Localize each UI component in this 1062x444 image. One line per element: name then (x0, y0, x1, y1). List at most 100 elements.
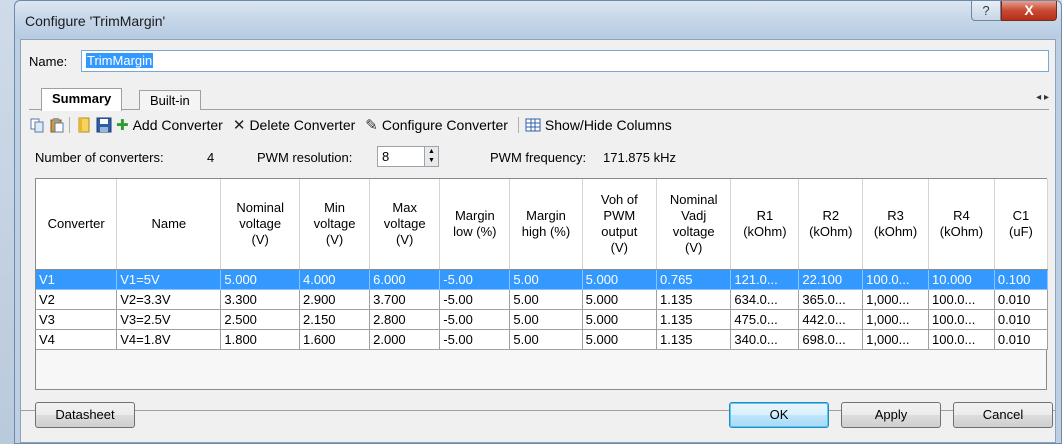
table-cell[interactable]: 5.000 (582, 269, 658, 290)
column-header[interactable]: Name (116, 179, 222, 270)
table-cell[interactable]: -5.00 (439, 289, 511, 310)
column-header[interactable]: Min voltage (V) (299, 179, 371, 270)
tab-summary[interactable]: Summary (41, 88, 123, 111)
table-cell[interactable]: 5.00 (509, 309, 583, 330)
table-cell[interactable]: -5.00 (439, 309, 511, 330)
spinner-arrows-icon[interactable]: ▲ ▼ (424, 147, 438, 166)
table-cell[interactable]: 2.500 (220, 309, 300, 330)
table-cell[interactable]: 6.000 (369, 269, 441, 290)
datasheet-button[interactable]: Datasheet (35, 402, 135, 428)
save-icon[interactable] (96, 117, 112, 133)
show-hide-columns-button[interactable]: Show/Hide Columns (525, 117, 672, 133)
table-cell[interactable]: 2.000 (369, 329, 441, 350)
table-cell[interactable]: 1,000... (862, 309, 929, 330)
table-cell[interactable]: 1.135 (656, 309, 732, 330)
table-row[interactable]: V2 V2=3.3V 3.300 2.900 3.700 -5.00 5.00 5.000 1.… (36, 289, 1049, 310)
pwm-resolution-spinner[interactable]: 8 ▲ ▼ (377, 146, 439, 167)
table-cell[interactable]: 1.135 (656, 329, 732, 350)
table-cell[interactable]: 3.700 (369, 289, 441, 310)
table-cell[interactable]: 5.00 (509, 269, 583, 290)
ok-button[interactable]: OK (729, 402, 829, 428)
column-header[interactable]: Margin low (%) (439, 179, 511, 270)
table-cell[interactable]: V3 (36, 309, 118, 330)
column-header[interactable]: R3 (kOhm) (862, 179, 929, 270)
column-header[interactable]: R1 (kOhm) (730, 179, 800, 270)
table-row[interactable]: V1 V1=5V 5.000 4.000 6.000 -5.00 5.00 5.000 0.76… (36, 269, 1049, 290)
table-cell[interactable]: 1,000... (862, 289, 929, 310)
column-header[interactable]: C1 (uF) (994, 179, 1049, 270)
table-cell[interactable]: 100.0... (862, 269, 929, 290)
table-cell[interactable]: 0.010 (994, 289, 1049, 310)
table-cell[interactable]: 100.0... (928, 289, 995, 310)
table-cell[interactable]: V1=5V (116, 269, 222, 290)
tab-scroll-arrows[interactable]: ◂ ▸ (1036, 92, 1049, 103)
table-cell[interactable]: V1 (36, 269, 118, 290)
paste-icon[interactable] (49, 117, 65, 133)
table-cell[interactable]: -5.00 (439, 269, 511, 290)
table-cell[interactable]: 5.000 (220, 269, 300, 290)
name-row: Name: TrimMargin (29, 50, 1049, 72)
tab-built-in[interactable]: Built-in (139, 90, 201, 110)
table-cell[interactable]: 2.150 (299, 309, 371, 330)
table-cell[interactable]: 0.010 (994, 329, 1049, 350)
table-cell[interactable]: 2.800 (369, 309, 441, 330)
table-cell[interactable]: 5.000 (582, 289, 658, 310)
window-title: Configure 'TrimMargin' (25, 13, 166, 29)
cancel-button[interactable]: Cancel (953, 402, 1053, 428)
table-cell[interactable]: 1.800 (220, 329, 300, 350)
table-cell[interactable]: 475.0... (730, 309, 800, 330)
copy-icon[interactable] (29, 117, 45, 133)
title-bar[interactable]: Configure 'TrimMargin' ? X (15, 1, 1061, 39)
table-cell[interactable]: 5.00 (509, 289, 583, 310)
table-cell[interactable]: 442.0... (798, 309, 864, 330)
table-cell[interactable]: V2 (36, 289, 118, 310)
table-cell[interactable]: 1.600 (299, 329, 371, 350)
name-input[interactable]: TrimMargin (81, 50, 1049, 72)
add-converter-button[interactable]: ✚ Add Converter (116, 116, 223, 134)
table-cell[interactable]: V3=2.5V (116, 309, 222, 330)
column-header[interactable]: Voh of PWM output (V) (582, 179, 658, 270)
table-cell[interactable]: 22.100 (798, 269, 864, 290)
converter-table: Converter Name Nominal voltage (V) Min voltage… (36, 179, 1049, 350)
open-file-icon[interactable] (76, 117, 92, 133)
table-cell[interactable]: 2.900 (299, 289, 371, 310)
table-cell[interactable]: 121.0... (730, 269, 800, 290)
column-header[interactable]: Converter (36, 179, 118, 270)
configure-converter-button[interactable]: ✎ Configure Converter (365, 116, 508, 134)
column-header[interactable]: Margin high (%) (509, 179, 583, 270)
delete-x-icon: ✕ (232, 117, 246, 134)
table-cell[interactable]: 5.00 (509, 329, 583, 350)
table-cell[interactable]: V4=1.8V (116, 329, 222, 350)
column-header[interactable]: Nominal voltage (V) (220, 179, 300, 270)
column-header[interactable]: R4 (kOhm) (928, 179, 995, 270)
column-header[interactable]: Max voltage (V) (369, 179, 441, 270)
table-cell[interactable]: 365.0... (798, 289, 864, 310)
table-cell[interactable]: 0.765 (656, 269, 732, 290)
table-row[interactable]: V4 V4=1.8V 1.800 1.600 2.000 -5.00 5.00 5.000 1.… (36, 329, 1049, 350)
table-cell[interactable]: 100.0... (928, 309, 995, 330)
column-header-line: high (%) (521, 223, 571, 239)
table-cell[interactable]: 0.010 (994, 309, 1049, 330)
table-cell[interactable]: 100.0... (928, 329, 995, 350)
table-cell[interactable]: 1.135 (656, 289, 732, 310)
table-cell[interactable]: 1,000... (862, 329, 929, 350)
table-cell[interactable]: 5.000 (582, 309, 658, 330)
table-cell[interactable]: 5.000 (582, 329, 658, 350)
table-cell[interactable]: 340.0... (730, 329, 800, 350)
table-row[interactable]: V3 V3=2.5V 2.500 2.150 2.800 -5.00 5.00 5.000 1.… (36, 309, 1049, 330)
column-header[interactable]: Nominal Vadj voltage (V) (656, 179, 732, 270)
column-header[interactable]: R2 (kOhm) (798, 179, 864, 270)
table-cell[interactable]: 634.0... (730, 289, 800, 310)
table-cell[interactable]: 4.000 (299, 269, 371, 290)
table-cell[interactable]: 3.300 (220, 289, 300, 310)
table-cell[interactable]: 10.000 (928, 269, 995, 290)
apply-button[interactable]: Apply (841, 402, 941, 428)
close-button[interactable]: X (1001, 1, 1057, 21)
table-cell[interactable]: V4 (36, 329, 118, 350)
help-button[interactable]: ? (971, 1, 1001, 21)
table-cell[interactable]: V2=3.3V (116, 289, 222, 310)
delete-converter-button[interactable]: ✕ Delete Converter (233, 116, 355, 134)
table-cell[interactable]: -5.00 (439, 329, 511, 350)
table-cell[interactable]: 0.100 (994, 269, 1049, 290)
table-cell[interactable]: 698.0... (798, 329, 864, 350)
